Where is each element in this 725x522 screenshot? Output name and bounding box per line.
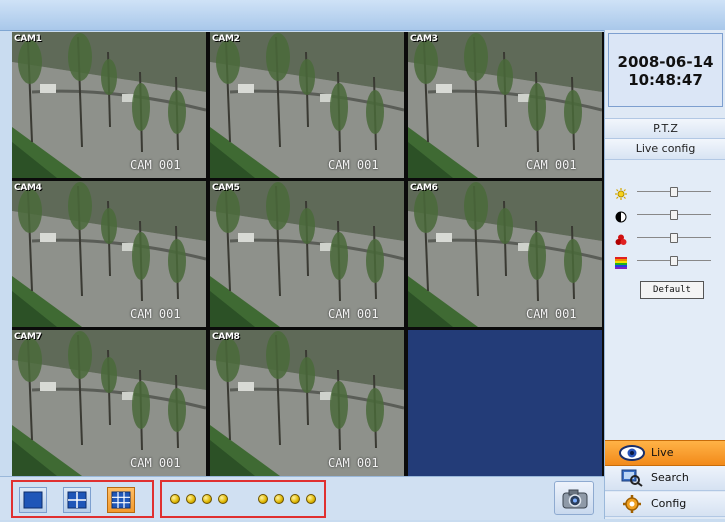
slider-thumb[interactable] <box>670 233 678 243</box>
camera-view-6[interactable]: CAM6 CAM 001 <box>408 181 602 327</box>
camera-view-7[interactable]: CAM7 CAM 001 <box>12 330 206 476</box>
slider-thumb[interactable] <box>670 210 678 220</box>
live-config-button[interactable]: Live config <box>605 138 725 160</box>
camera-view-empty[interactable] <box>408 330 602 476</box>
right-panel: 2008-06-14 10:48:47 P.T.Z Live config De… <box>604 30 725 519</box>
color-icon <box>615 231 627 245</box>
channel-dot-icon[interactable] <box>258 494 268 504</box>
contrast-slider[interactable] <box>615 208 719 223</box>
title-bar <box>0 0 725 31</box>
channel-dot-icon[interactable] <box>306 494 316 504</box>
channel-dot-icon[interactable] <box>290 494 300 504</box>
nine-view-button[interactable] <box>107 487 135 513</box>
camera-overlay-text: CAM 001 <box>526 158 577 172</box>
nav-live-button[interactable]: Live <box>605 440 725 466</box>
camera-label: CAM3 <box>410 34 438 44</box>
single-view-button[interactable] <box>19 487 47 513</box>
nav-config-label: Config <box>651 497 687 510</box>
slider-thumb[interactable] <box>670 187 678 197</box>
channel-dot-icon[interactable] <box>186 494 196 504</box>
camera-label: CAM7 <box>14 332 42 342</box>
camera-overlay-text: CAM 001 <box>328 158 379 172</box>
nav-live-label: Live <box>651 446 674 459</box>
camera-view-8[interactable]: CAM8 CAM 001 <box>210 330 404 476</box>
search-icon <box>619 469 645 487</box>
clock-display: 2008-06-14 10:48:47 <box>608 33 723 107</box>
nav-search-button[interactable]: Search <box>605 466 725 491</box>
channel-selector <box>160 480 326 518</box>
date-text: 2008-06-14 <box>617 53 714 71</box>
nav-config-button[interactable]: Config <box>605 492 725 517</box>
color-slider[interactable] <box>615 231 719 245</box>
brightness-icon <box>615 185 627 200</box>
camera-overlay-text: CAM 001 <box>328 456 379 470</box>
nav-search-label: Search <box>651 471 689 484</box>
camera-overlay-text: CAM 001 <box>130 456 181 470</box>
camera-label: CAM5 <box>212 183 240 193</box>
brightness-slider[interactable] <box>615 185 719 200</box>
ptz-button[interactable]: P.T.Z <box>605 118 725 140</box>
time-text: 10:48:47 <box>628 71 703 89</box>
default-button[interactable]: Default <box>640 281 704 299</box>
quad-view-button[interactable] <box>63 487 91 513</box>
camera-label: CAM6 <box>410 183 438 193</box>
layout-selector <box>11 480 154 518</box>
camera-overlay-text: CAM 001 <box>130 158 181 172</box>
camera-label: CAM4 <box>14 183 42 193</box>
camera-view-5[interactable]: CAM5 CAM 001 <box>210 181 404 327</box>
camera-label: CAM2 <box>212 34 240 44</box>
camera-view-2[interactable]: CAM2 CAM 001 <box>210 32 404 178</box>
gear-icon <box>619 495 645 513</box>
camera-label: CAM1 <box>14 34 42 44</box>
saturation-slider[interactable] <box>615 254 719 269</box>
channel-dot-icon[interactable] <box>274 494 284 504</box>
channel-dot-icon[interactable] <box>202 494 212 504</box>
camera-overlay-text: CAM 001 <box>526 307 577 321</box>
live-config-panel: Default <box>605 160 725 460</box>
camera-label: CAM8 <box>212 332 240 342</box>
camera-view-1[interactable]: CAM1 CAM 001 <box>12 32 206 178</box>
slider-thumb[interactable] <box>670 256 678 266</box>
camera-overlay-text: CAM 001 <box>328 307 379 321</box>
eye-icon <box>619 444 645 462</box>
camera-icon <box>561 488 589 514</box>
bottom-toolbar <box>0 476 604 520</box>
channel-dot-icon[interactable] <box>170 494 180 504</box>
camera-overlay-text: CAM 001 <box>130 307 181 321</box>
contrast-icon <box>615 208 627 223</box>
camera-view-3[interactable]: CAM3 CAM 001 <box>408 32 602 178</box>
camera-view-4[interactable]: CAM4 CAM 001 <box>12 181 206 327</box>
snapshot-button[interactable] <box>554 481 594 515</box>
saturation-icon <box>615 254 627 269</box>
camera-grid: CAM1 CAM 001 CAM2 CAM 001 CAM3 CAM 001 CAM4… <box>12 32 604 476</box>
channel-dot-icon[interactable] <box>218 494 228 504</box>
